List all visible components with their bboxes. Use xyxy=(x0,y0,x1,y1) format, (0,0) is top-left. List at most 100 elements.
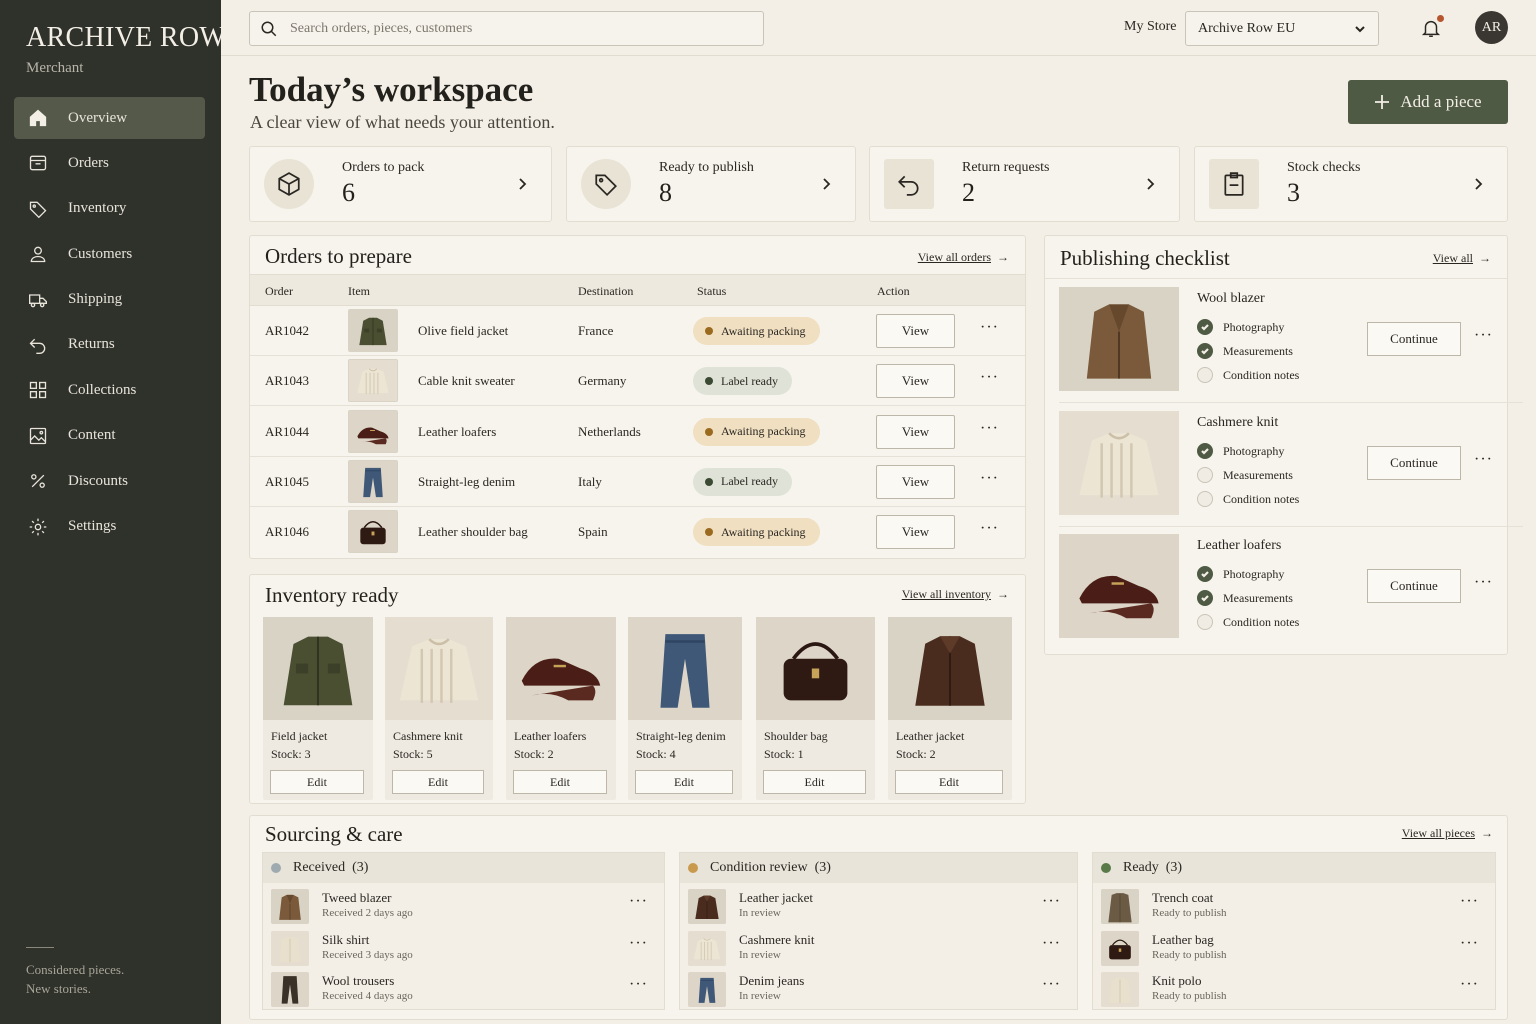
more-options-icon[interactable]: ··· xyxy=(1474,574,1493,592)
status-label: Label ready xyxy=(721,474,778,489)
check-circle-icon[interactable] xyxy=(1197,590,1213,606)
product-name: Leather loafers xyxy=(514,729,587,743)
empty-circle-icon[interactable] xyxy=(1197,467,1213,483)
order-id[interactable]: AR1043 xyxy=(265,373,309,389)
checklist-step[interactable]: Measurements xyxy=(1197,343,1293,359)
list-item[interactable]: Tweed blazer Received 2 days ago ··· xyxy=(271,887,656,925)
more-options-icon[interactable]: ··· xyxy=(980,369,999,387)
checklist-step[interactable]: Photography xyxy=(1197,443,1284,459)
brand-logo[interactable]: ARCHIVE ROW xyxy=(26,22,226,54)
view-order-button[interactable]: View xyxy=(876,464,955,499)
checklist-step[interactable]: Condition notes xyxy=(1197,491,1299,507)
check-circle-icon[interactable] xyxy=(1197,343,1213,359)
search-input[interactable] xyxy=(290,20,730,37)
table-row[interactable]: AR1044 Leather loafers Netherlands Await… xyxy=(250,407,1025,457)
stat-card-ready-to-publish[interactable]: Ready to publish 8 xyxy=(566,146,856,222)
product-name: Cashmere knit xyxy=(393,729,463,743)
sidebar-item-shipping[interactable]: Shipping xyxy=(14,279,205,321)
shirt-photo xyxy=(271,930,309,966)
view-order-button[interactable]: View xyxy=(876,414,955,449)
more-options-icon[interactable]: ··· xyxy=(980,470,999,488)
sidebar-item-returns[interactable]: Returns xyxy=(14,324,205,366)
sidebar-item-overview[interactable]: Overview xyxy=(14,97,205,139)
list-item[interactable]: Denim jeans In review ··· xyxy=(688,970,1069,1008)
more-options-icon[interactable]: ··· xyxy=(629,976,648,994)
add-piece-button[interactable]: Add a piece xyxy=(1348,80,1508,124)
more-options-icon[interactable]: ··· xyxy=(1042,935,1061,953)
list-item[interactable]: Leather bag Ready to publish ··· xyxy=(1101,929,1487,967)
table-row[interactable]: AR1042 Olive field jacket France Awaitin… xyxy=(250,306,1025,356)
more-options-icon[interactable]: ··· xyxy=(1460,893,1479,911)
more-options-icon[interactable]: ··· xyxy=(1042,976,1061,994)
empty-circle-icon[interactable] xyxy=(1197,367,1213,383)
checklist-step[interactable]: Measurements xyxy=(1197,590,1293,606)
view-all-checklist-link[interactable]: View all → xyxy=(1433,251,1491,266)
more-options-icon[interactable]: ··· xyxy=(980,319,999,337)
more-options-icon[interactable]: ··· xyxy=(980,520,999,538)
more-options-icon[interactable]: ··· xyxy=(980,420,999,438)
table-row[interactable]: AR1045 Straight-leg denim Italy Label re… xyxy=(250,457,1025,507)
sidebar-item-content[interactable]: Content xyxy=(14,415,205,457)
continue-button[interactable]: Continue xyxy=(1367,322,1461,356)
list-item[interactable]: Cashmere knit In review ··· xyxy=(688,929,1069,967)
checklist-step[interactable]: Photography xyxy=(1197,566,1284,582)
continue-button[interactable]: Continue xyxy=(1367,446,1461,480)
button-label: View xyxy=(901,524,930,540)
check-circle-icon[interactable] xyxy=(1197,443,1213,459)
check-circle-icon[interactable] xyxy=(1197,319,1213,335)
list-item[interactable]: Leather jacket In review ··· xyxy=(688,887,1069,925)
order-id[interactable]: AR1042 xyxy=(265,323,309,339)
stat-card-orders-to-pack[interactable]: Orders to pack 6 xyxy=(249,146,552,222)
view-all-orders-link[interactable]: View all orders → xyxy=(918,250,1009,265)
view-order-button[interactable]: View xyxy=(876,515,955,550)
check-circle-icon[interactable] xyxy=(1197,566,1213,582)
avatar[interactable]: AR xyxy=(1475,11,1508,44)
checklist-step[interactable]: Condition notes xyxy=(1197,367,1299,383)
stat-label: Stock checks xyxy=(1287,160,1361,175)
more-options-icon[interactable]: ··· xyxy=(629,935,648,953)
order-id[interactable]: AR1045 xyxy=(265,474,309,490)
status-label: Label ready xyxy=(721,373,778,388)
view-all-pieces-link[interactable]: View all pieces → xyxy=(1402,826,1493,841)
empty-circle-icon[interactable] xyxy=(1197,614,1213,630)
stat-card-stock-checks[interactable]: Stock checks 3 xyxy=(1194,146,1508,222)
sidebar-item-settings[interactable]: Settings xyxy=(14,506,205,548)
more-options-icon[interactable]: ··· xyxy=(1474,451,1493,469)
list-item[interactable]: Wool trousers Received 4 days ago ··· xyxy=(271,970,656,1008)
sidebar-item-customers[interactable]: Customers xyxy=(14,233,205,275)
continue-button[interactable]: Continue xyxy=(1367,569,1461,603)
list-item[interactable]: Knit polo Ready to publish ··· xyxy=(1101,970,1487,1008)
more-options-icon[interactable]: ··· xyxy=(1460,935,1479,953)
order-id[interactable]: AR1046 xyxy=(265,524,309,540)
more-options-icon[interactable]: ··· xyxy=(1042,893,1061,911)
more-options-icon[interactable]: ··· xyxy=(1460,976,1479,994)
order-id[interactable]: AR1044 xyxy=(265,424,309,440)
view-order-button[interactable]: View xyxy=(876,314,955,348)
checklist-step[interactable]: Photography xyxy=(1197,319,1284,335)
table-row[interactable]: AR1046 Leather shoulder bag Spain Awaiti… xyxy=(250,507,1025,557)
sidebar-item-discounts[interactable]: Discounts xyxy=(14,460,205,502)
sidebar-item-collections[interactable]: Collections xyxy=(14,369,205,411)
more-options-icon[interactable]: ··· xyxy=(629,893,648,911)
edit-button[interactable]: Edit xyxy=(895,770,1003,794)
more-options-icon[interactable]: ··· xyxy=(1474,327,1493,345)
edit-button[interactable]: Edit xyxy=(763,770,866,794)
checklist-step[interactable]: Measurements xyxy=(1197,467,1293,483)
search-box[interactable] xyxy=(249,11,764,46)
stat-card-return-requests[interactable]: Return requests 2 xyxy=(869,146,1180,222)
edit-button[interactable]: Edit xyxy=(635,770,733,794)
edit-button[interactable]: Edit xyxy=(513,770,607,794)
sidebar-item-inventory[interactable]: Inventory xyxy=(14,188,205,230)
empty-circle-icon[interactable] xyxy=(1197,491,1213,507)
edit-button[interactable]: Edit xyxy=(270,770,364,794)
checklist-step[interactable]: Condition notes xyxy=(1197,614,1299,630)
list-item[interactable]: Silk shirt Received 3 days ago ··· xyxy=(271,929,656,967)
table-row[interactable]: AR1043 Cable knit sweater Germany Label … xyxy=(250,356,1025,407)
edit-button[interactable]: Edit xyxy=(392,770,484,794)
notifications-button[interactable] xyxy=(1420,15,1444,40)
sidebar-item-orders[interactable]: Orders xyxy=(14,142,205,184)
list-item[interactable]: Trench coat Ready to publish ··· xyxy=(1101,887,1487,925)
store-select[interactable]: Archive Row EU xyxy=(1185,11,1379,46)
view-order-button[interactable]: View xyxy=(876,364,955,399)
view-all-inventory-link[interactable]: View all inventory → xyxy=(902,587,1009,602)
